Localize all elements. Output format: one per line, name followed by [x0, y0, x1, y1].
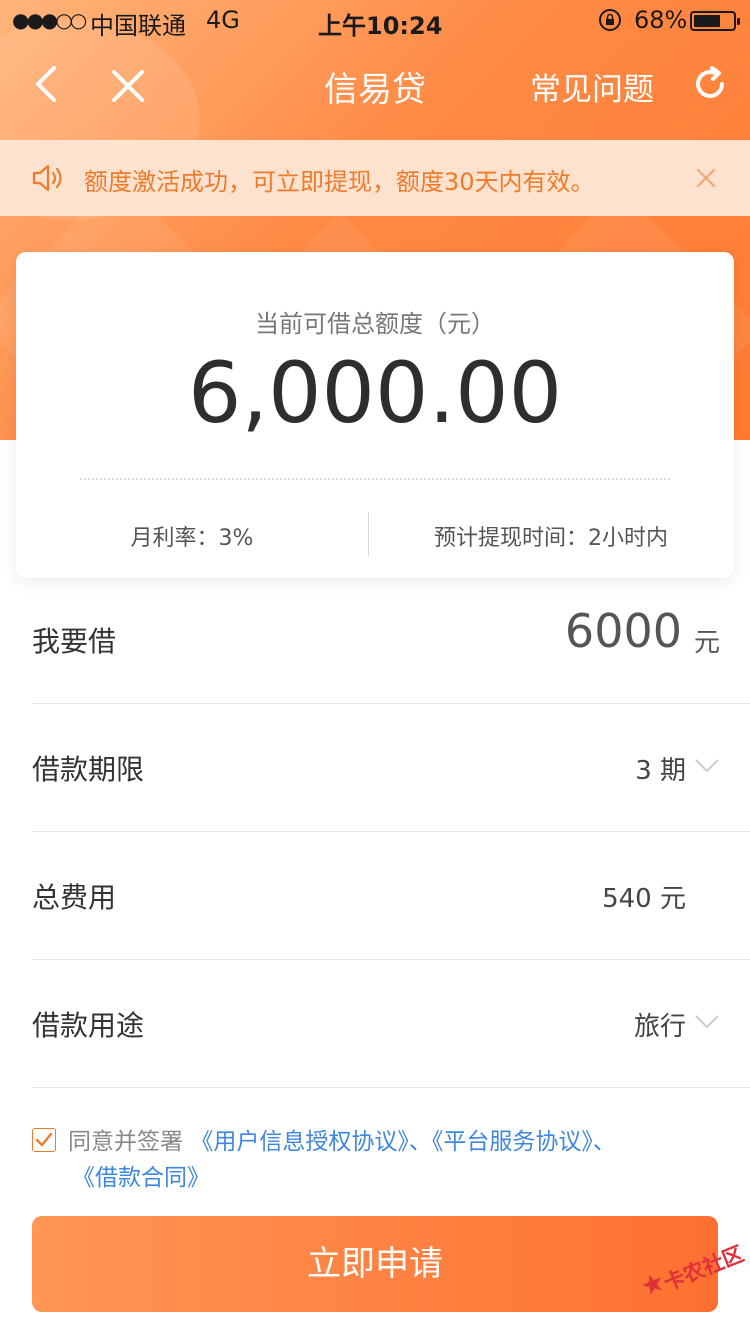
loan-amount-row[interactable]: 我要借 6000 元	[32, 576, 750, 704]
orientation-lock-icon	[599, 9, 621, 31]
notice-banner: 额度激活成功，可立即提现，额度30天内有效。	[0, 140, 750, 216]
monthly-rate: 月利率：3%	[130, 526, 254, 551]
separator: 、	[592, 1129, 616, 1155]
total-fee-row: 总费用 540 元	[32, 832, 750, 960]
checkmark-icon	[35, 1132, 53, 1147]
speaker-icon	[32, 164, 62, 192]
agreement-checkbox[interactable]	[32, 1128, 56, 1152]
loan-term-label: 借款期限	[32, 753, 145, 786]
apply-now-button[interactable]: 立即申请	[32, 1216, 718, 1312]
loan-amount-unit: 元	[693, 628, 720, 658]
separator: 、	[408, 1129, 432, 1155]
loan-amount-input[interactable]: 6000	[565, 604, 682, 658]
refresh-icon[interactable]	[688, 62, 732, 106]
credit-limit-amount: 6,000.00	[187, 344, 563, 442]
loan-term-row[interactable]: 借款期限 3 期	[32, 704, 750, 832]
total-fee-value: 540 元	[602, 884, 686, 914]
loan-amount-label: 我要借	[32, 625, 117, 658]
withdrawal-eta: 预计提现时间：2小时内	[434, 526, 668, 551]
divider	[80, 478, 670, 480]
back-icon[interactable]	[28, 62, 68, 106]
chevron-down-icon[interactable]	[694, 756, 720, 776]
loan-purpose-row[interactable]: 借款用途 旅行	[32, 960, 750, 1088]
loan-purpose-select[interactable]: 旅行	[634, 1006, 686, 1043]
nav-bar: 信易贷 常见问题	[0, 40, 750, 140]
loan-contract-link[interactable]: 《借款合同》	[72, 1165, 210, 1191]
battery-level	[694, 15, 720, 27]
chevron-down-icon[interactable]	[694, 1012, 720, 1032]
faq-link[interactable]: 常见问题	[530, 64, 654, 109]
credit-limit-label: 当前可借总额度（元）	[255, 310, 495, 338]
battery-percent: 68%	[634, 6, 688, 34]
battery-icon	[690, 11, 740, 31]
network-type: 4G	[206, 6, 240, 34]
total-fee-label: 总费用	[32, 881, 117, 914]
agreement-section: 同意并签署 《用户信息授权协议》、《平台服务协议》、 《借款合同》	[32, 1124, 722, 1196]
signal-icon: ●●●○○	[12, 8, 87, 32]
status-time: 上午10:24	[318, 12, 443, 40]
status-bar: ●●●○○ 中国联通 4G 上午10:24 68%	[0, 0, 750, 40]
page-title: 信易贷	[324, 70, 426, 110]
notice-text: 额度激活成功，可立即提现，额度30天内有效。	[84, 168, 595, 196]
loan-term-select[interactable]: 3 期	[635, 750, 686, 787]
credit-limit-card: 当前可借总额度（元） 6,000.00 月利率：3% 预计提现时间：2小时内	[16, 252, 734, 578]
platform-service-link[interactable]: 《平台服务协议》	[432, 1129, 593, 1155]
close-icon[interactable]	[106, 64, 150, 108]
agreement-prefix: 同意并签署	[68, 1129, 183, 1155]
loan-purpose-label: 借款用途	[32, 1009, 145, 1042]
carrier-name: 中国联通	[90, 12, 186, 40]
close-icon[interactable]	[694, 166, 718, 190]
user-info-authorization-link[interactable]: 《用户信息授权协议》	[190, 1129, 409, 1155]
